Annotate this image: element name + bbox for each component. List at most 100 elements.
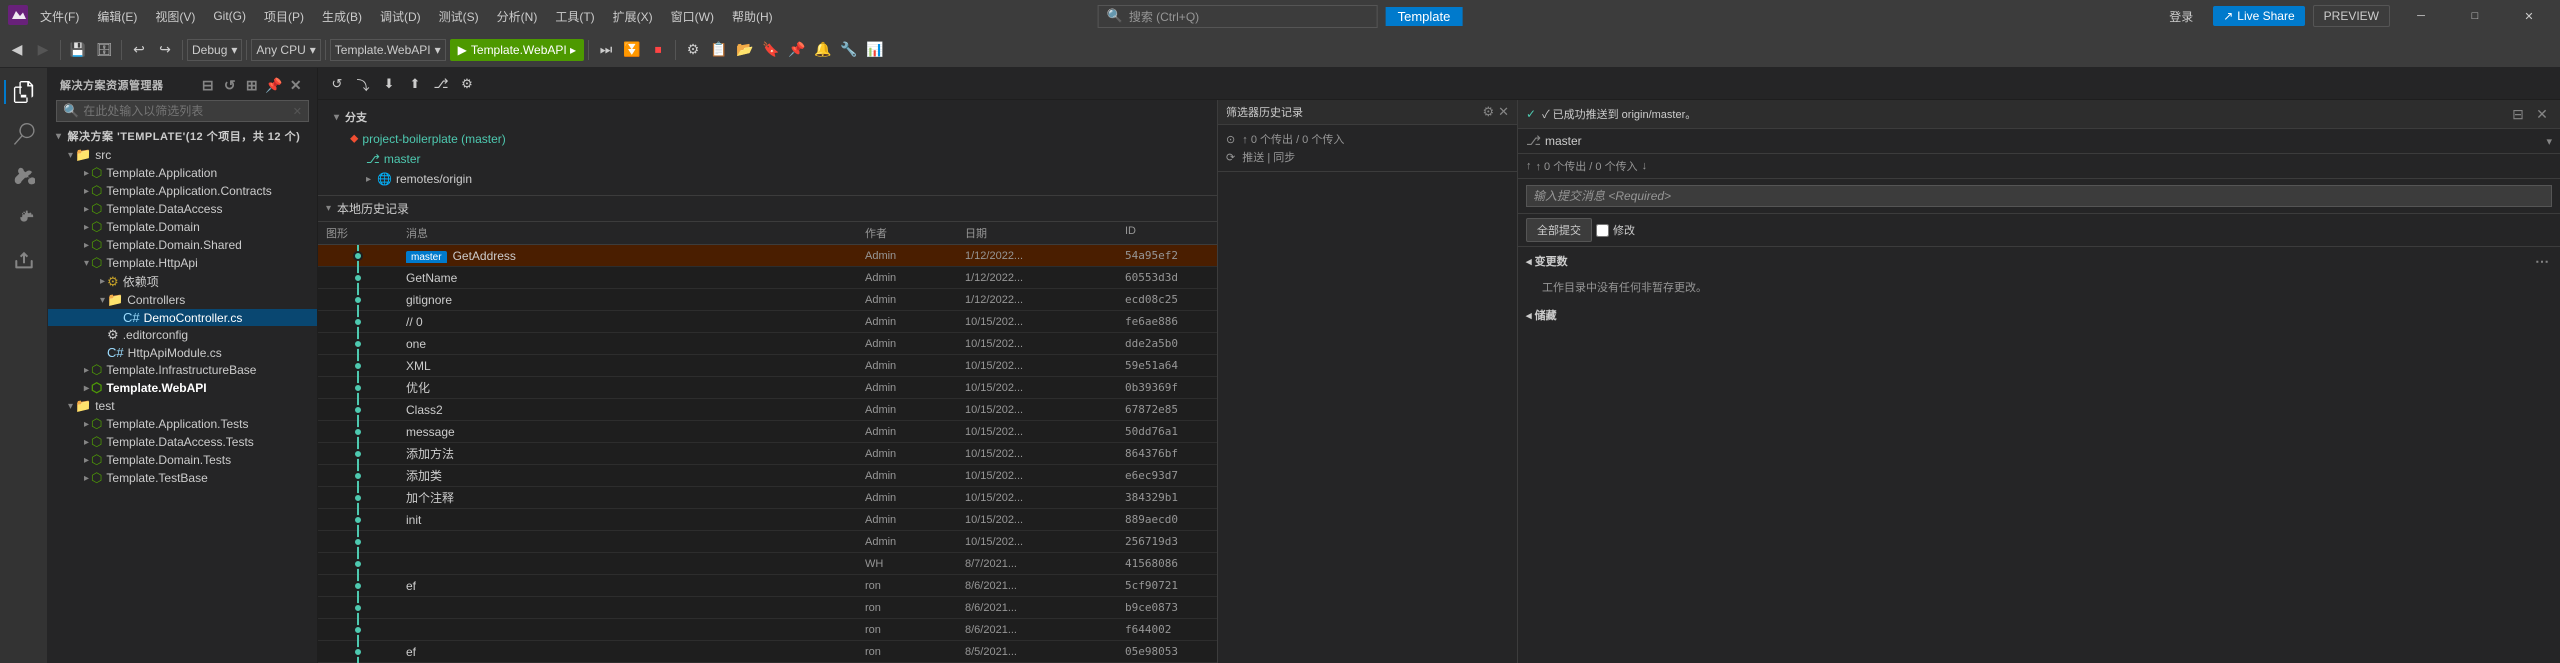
project-data-access[interactable]: ▸ ⬡ Template.DataAccess bbox=[48, 200, 317, 218]
folder-src[interactable]: ▾ 📁 src bbox=[48, 146, 317, 164]
close-sidebar-icon[interactable]: ✕ bbox=[287, 76, 305, 94]
full-commit-button[interactable]: 全部提交 bbox=[1526, 218, 1592, 242]
amend-checkbox[interactable]: 修改 bbox=[1596, 218, 1635, 242]
git-commit-row[interactable]: messageAdmin10/15/202...50dd76a1 bbox=[318, 421, 1217, 443]
menu-test[interactable]: 测试(S) bbox=[431, 6, 487, 27]
git-commit-row[interactable]: XMLAdmin10/15/202...59e51a64 bbox=[318, 355, 1217, 377]
dependencies-node[interactable]: ▸ ⚙ 依赖项 bbox=[48, 272, 317, 291]
git-pull-icon[interactable]: ⬇ bbox=[378, 73, 400, 95]
git-activity-icon[interactable] bbox=[4, 156, 44, 196]
commits-title[interactable]: ◂ 变更数 ⋯ bbox=[1526, 251, 2552, 271]
git-commit-row[interactable]: ron8/6/2021...f644002 bbox=[318, 619, 1217, 641]
refresh-icon[interactable]: ↺ bbox=[221, 76, 239, 94]
commit-message-input[interactable] bbox=[1526, 185, 2552, 207]
git-settings-icon[interactable]: ⚙ bbox=[456, 73, 478, 95]
git-info-settings-icon[interactable]: ⊟ bbox=[2508, 104, 2528, 124]
preview-button[interactable]: PREVIEW bbox=[2313, 5, 2390, 27]
misc-button-6[interactable]: 🔔 bbox=[810, 37, 836, 63]
misc-button-1[interactable]: ⚙ bbox=[680, 37, 706, 63]
file-demo-controller[interactable]: ▸ C# DemoController.cs bbox=[48, 309, 317, 326]
menu-edit[interactable]: 编辑(E) bbox=[89, 6, 145, 27]
back-button[interactable]: ◀ bbox=[4, 37, 30, 63]
git-commit-row[interactable]: gitignoreAdmin1/12/2022...ecd08c25 bbox=[318, 289, 1217, 311]
folder-controllers[interactable]: ▾ 📁 Controllers bbox=[48, 291, 317, 309]
project-app-tests[interactable]: ▸ ⬡ Template.Application.Tests bbox=[48, 415, 317, 433]
project-domain-tests[interactable]: ▸ ⬡ Template.Domain.Tests bbox=[48, 451, 317, 469]
menu-help[interactable]: 帮助(H) bbox=[724, 6, 781, 27]
live-share-button[interactable]: ↗ Live Share bbox=[2213, 6, 2304, 26]
explorer-icon[interactable] bbox=[4, 72, 44, 112]
platform-dropdown[interactable]: Any CPU ▾ bbox=[251, 39, 320, 61]
close-search-icon[interactable]: ✕ bbox=[293, 105, 302, 118]
step-over-button[interactable]: ⏭ bbox=[593, 37, 619, 63]
git-info-close-icon[interactable]: ✕ bbox=[2532, 104, 2552, 124]
maximize-button[interactable]: □ bbox=[2452, 0, 2498, 32]
save-button[interactable]: 💾 bbox=[65, 37, 91, 63]
git-commit-row[interactable]: Admin10/15/202...256719d3 bbox=[318, 531, 1217, 553]
step-in-button[interactable]: ⏬ bbox=[619, 37, 645, 63]
git-commit-row[interactable]: WH8/7/2021...41568086 bbox=[318, 553, 1217, 575]
git-commit-row[interactable]: 优化Admin10/15/202...0b39369f bbox=[318, 377, 1217, 399]
git-commit-row[interactable]: 添加类Admin10/15/202...e6ec93d7 bbox=[318, 465, 1217, 487]
misc-button-7[interactable]: 🔧 bbox=[836, 37, 862, 63]
project-domain-shared[interactable]: ▸ ⬡ Template.Domain.Shared bbox=[48, 236, 317, 254]
pin-icon[interactable]: 📌 bbox=[265, 76, 283, 94]
login-label[interactable]: 登录 bbox=[2161, 6, 2201, 27]
menu-git[interactable]: Git(G) bbox=[205, 7, 254, 25]
git-branch-icon[interactable]: ⎇ bbox=[430, 73, 452, 95]
project-infra[interactable]: ▸ ⬡ Template.InfrastructureBase bbox=[48, 361, 317, 379]
git-changes-close-icon[interactable]: ✕ bbox=[1498, 104, 1509, 120]
misc-button-2[interactable]: 📋 bbox=[706, 37, 732, 63]
misc-button-8[interactable]: 📊 bbox=[862, 37, 888, 63]
local-history-header[interactable]: ▾ 本地历史记录 bbox=[326, 200, 1209, 217]
solution-header[interactable]: ▾ 解决方案 'Template'(12 个项目，共 12 个) bbox=[48, 126, 317, 146]
run-button[interactable]: ▶ Template.WebAPI ▸ bbox=[450, 39, 584, 61]
git-commit-row[interactable]: masterGetAddressAdmin1/12/2022...54a95ef… bbox=[318, 245, 1217, 267]
debug-config-dropdown[interactable]: Debug ▾ bbox=[187, 39, 242, 61]
git-commit-row[interactable]: // 0Admin10/15/202...fe6ae886 bbox=[318, 311, 1217, 333]
misc-button-3[interactable]: 📂 bbox=[732, 37, 758, 63]
save-all-button[interactable]: 🗄 bbox=[91, 37, 117, 63]
file-httpapi-module[interactable]: ▸ C# HttpApiModule.cs bbox=[48, 344, 317, 361]
git-commit-row[interactable]: GetNameAdmin1/12/2022...60553d3d bbox=[318, 267, 1217, 289]
git-push-icon[interactable]: ⬆ bbox=[404, 73, 426, 95]
menu-analyze[interactable]: 分析(N) bbox=[489, 6, 546, 27]
menu-view[interactable]: 视图(V) bbox=[147, 6, 203, 27]
forward-button[interactable]: ▶ bbox=[30, 37, 56, 63]
menu-project[interactable]: 项目(P) bbox=[256, 6, 312, 27]
git-commit-row[interactable]: 加个注释Admin10/15/202...384329b1 bbox=[318, 487, 1217, 509]
git-commit-row[interactable]: 添加方法Admin10/15/202...864376bf bbox=[318, 443, 1217, 465]
git-commit-row[interactable]: Class2Admin10/15/202...67872e85 bbox=[318, 399, 1217, 421]
filter-icon[interactable]: ⊞ bbox=[243, 76, 261, 94]
git-commit-row[interactable]: initAdmin10/15/202...889aecd0 bbox=[318, 509, 1217, 531]
file-editorconfig[interactable]: ▸ ⚙ .editorconfig bbox=[48, 326, 317, 344]
undo-button[interactable]: ↩ bbox=[126, 37, 152, 63]
branches-section[interactable]: ▾ 分支 bbox=[326, 106, 1209, 128]
git-refresh-icon[interactable]: ↺ bbox=[326, 73, 348, 95]
run-target-dropdown[interactable]: Template.WebAPI ▾ bbox=[330, 39, 446, 61]
git-commit-row[interactable]: efron8/5/2021...05e98053 bbox=[318, 641, 1217, 663]
git-commit-row[interactable]: efron8/6/2021...5cf90721 bbox=[318, 575, 1217, 597]
git-commit-row[interactable]: ron8/6/2021...b9ce0873 bbox=[318, 597, 1217, 619]
git-fetch-icon[interactable]: ⤵ bbox=[352, 73, 374, 95]
project-test-base[interactable]: ▸ ⬡ Template.TestBase bbox=[48, 469, 317, 487]
extensions-activity-icon[interactable] bbox=[4, 240, 44, 280]
project-webapi[interactable]: ▸ ⬡ Template.WebAPI bbox=[48, 379, 317, 397]
menu-file[interactable]: 文件(F) bbox=[32, 6, 87, 27]
menu-window[interactable]: 窗口(W) bbox=[663, 6, 722, 27]
stash-title[interactable]: ◂ 储藏 bbox=[1526, 307, 2552, 323]
menu-tools[interactable]: 工具(T) bbox=[547, 6, 602, 27]
close-button[interactable]: ✕ bbox=[2506, 0, 2552, 32]
git-changes-settings-icon[interactable]: ⚙ bbox=[1482, 104, 1494, 120]
project-httpapi[interactable]: ▾ ⬡ Template.HttpApi bbox=[48, 254, 317, 272]
project-app-contracts[interactable]: ▸ ⬡ Template.Application.Contracts bbox=[48, 182, 317, 200]
misc-button-5[interactable]: 📌 bbox=[784, 37, 810, 63]
redo-button[interactable]: ↪ bbox=[152, 37, 178, 63]
menu-debug[interactable]: 调试(D) bbox=[372, 6, 429, 27]
git-commit-row[interactable]: oneAdmin10/15/202...dde2a5b0 bbox=[318, 333, 1217, 355]
sidebar-search-input[interactable] bbox=[83, 104, 289, 118]
amend-check-input[interactable] bbox=[1596, 224, 1609, 237]
menu-extensions[interactable]: 扩展(X) bbox=[605, 6, 661, 27]
collapse-all-icon[interactable]: ⊟ bbox=[199, 76, 217, 94]
project-da-tests[interactable]: ▸ ⬡ Template.DataAccess.Tests bbox=[48, 433, 317, 451]
